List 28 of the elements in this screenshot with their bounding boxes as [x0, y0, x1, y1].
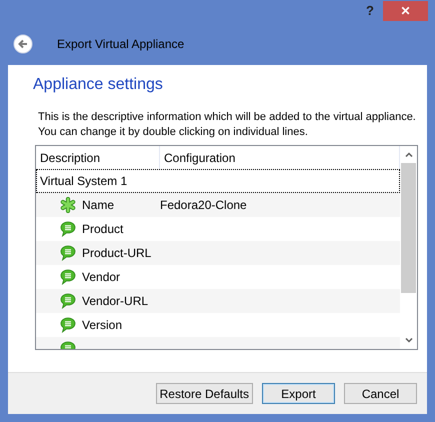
intro-text: You can change it by double clicking on individual lines. — [38, 125, 309, 140]
window-title: Export Virtual Appliance — [57, 36, 184, 50]
dialog-button[interactable]: Cancel — [344, 383, 417, 404]
scrollbar-thumb[interactable] — [401, 163, 416, 293]
scroll-up-icon[interactable] — [404, 152, 412, 157]
dialog-button[interactable]: Export — [262, 383, 335, 404]
close-button[interactable]: ✕ — [383, 1, 428, 21]
row-description[interactable]: Product-URL — [82, 246, 152, 260]
group-label: Virtual System 1 — [40, 174, 128, 188]
row-description[interactable]: Name — [82, 198, 114, 212]
dialog-button[interactable]: Restore Defaults — [156, 383, 253, 404]
row-description[interactable]: Vendor-URL — [82, 294, 148, 308]
page-heading: Appliance settings — [33, 76, 164, 95]
row-description[interactable]: Version — [82, 318, 122, 332]
scroll-down-icon[interactable] — [404, 338, 412, 343]
row-description[interactable]: Product — [82, 222, 124, 236]
speech-bubble-icon — [60, 221, 76, 237]
speech-bubble-icon — [60, 269, 76, 285]
intro-text: This is the descriptive information which will be added to the virtual appliance. — [38, 110, 417, 125]
asterisk-icon — [60, 197, 76, 213]
row-value[interactable]: Fedora20-Clone — [160, 198, 247, 212]
speech-bubble-icon — [60, 317, 76, 333]
row-description[interactable]: Vendor — [82, 270, 120, 284]
column-header[interactable]: Description — [36, 146, 160, 169]
speech-bubble-icon — [60, 293, 76, 309]
speech-bubble-icon — [60, 245, 76, 261]
back-icon[interactable] — [13, 34, 33, 54]
help-button[interactable]: ? — [357, 0, 383, 21]
